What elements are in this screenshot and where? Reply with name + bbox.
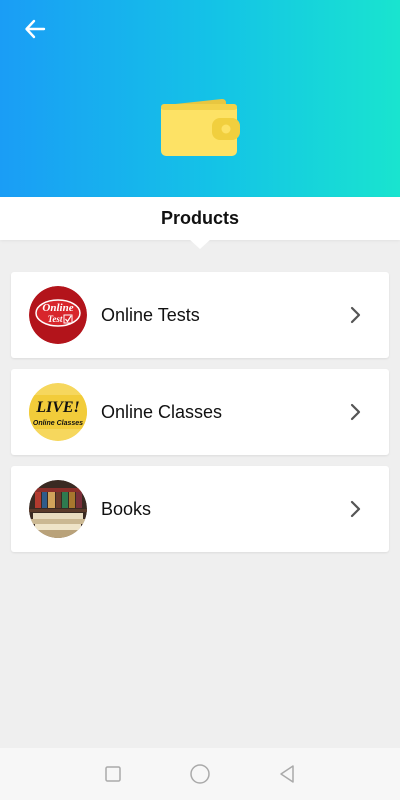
- home-button[interactable]: [185, 759, 215, 789]
- online-test-thumbnail: Online Test: [29, 286, 87, 344]
- header-banner: [0, 0, 400, 197]
- back-button[interactable]: [18, 12, 52, 46]
- chevron-right-icon: [350, 500, 361, 518]
- thumb-text-online-classes: Online Classes: [33, 420, 83, 427]
- product-item-books[interactable]: Books: [11, 466, 389, 552]
- system-back-button[interactable]: [272, 759, 302, 789]
- product-label: Books: [101, 498, 152, 519]
- page-title: Products: [160, 208, 239, 228]
- triangle-back-icon: [279, 765, 294, 783]
- online-classes-thumbnail: LIVE! Online Classes: [29, 383, 87, 441]
- thumb-text-test: Test: [48, 314, 63, 324]
- arrow-left-icon: [25, 19, 46, 39]
- product-item-online-classes[interactable]: LIVE! Online Classes Online Classes: [11, 369, 389, 455]
- thumb-text-online: Online: [42, 302, 73, 314]
- books-thumbnail: [29, 480, 87, 538]
- product-item-online-tests[interactable]: Online Test Online Tests: [11, 272, 389, 358]
- square-icon: [105, 766, 122, 782]
- recent-apps-button[interactable]: [98, 759, 128, 789]
- circle-icon: [190, 764, 210, 784]
- title-pointer: [189, 239, 211, 249]
- title-bar: Products: [0, 197, 400, 240]
- thumb-text-live: LIVE!: [35, 399, 80, 416]
- system-navigation-bar: [0, 748, 400, 800]
- product-label: Online Classes: [101, 401, 223, 422]
- chevron-right-icon: [350, 306, 361, 324]
- products-list: Online Test Online Tests LIVE! Online Cl…: [11, 272, 389, 563]
- product-label: Online Tests: [101, 304, 200, 325]
- wallet-icon: [161, 99, 240, 156]
- chevron-right-icon: [350, 403, 361, 421]
